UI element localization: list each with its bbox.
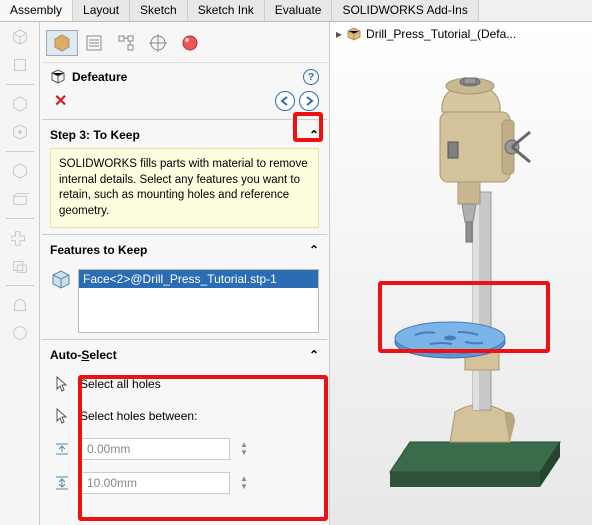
close-icon[interactable]: ✕ [54, 91, 67, 111]
tool-btn-5[interactable] [6, 160, 34, 182]
opt-label: Select all holes [80, 377, 161, 391]
panel-tab-list[interactable] [78, 30, 110, 56]
tool-btn-7[interactable] [6, 227, 34, 249]
cursor-icon [52, 374, 72, 394]
cursor-icon [52, 406, 72, 426]
cube-icon [50, 269, 72, 291]
panel-tab-feature[interactable] [46, 30, 78, 56]
defeature-icon [50, 69, 66, 85]
auto-select-header[interactable]: Auto-Select ⌃ [50, 346, 319, 368]
section-auto-select: Auto-Select ⌃ Select all holes Select ho… [42, 340, 327, 523]
list-item[interactable]: Face<2>@Drill_Press_Tutorial.stp-1 [79, 270, 318, 288]
min-row: ▲▼ [50, 432, 319, 466]
panel-header: Defeature ? [42, 63, 327, 87]
tool-btn-8[interactable] [6, 255, 34, 277]
tab-sketch-ink[interactable]: Sketch Ink [188, 0, 265, 21]
opt-label: Select holes between: [80, 409, 197, 423]
auto-select-title: Auto-Select [50, 348, 117, 362]
min-spinner[interactable]: ▲▼ [240, 441, 248, 457]
section-step: Step 3: To Keep ⌃ SOLIDWORKS fills parts… [42, 120, 327, 235]
separator [6, 285, 34, 286]
step-title: Step 3: To Keep [50, 128, 140, 142]
feature-tree-root[interactable]: ▸ Drill_Press_Tutorial_(Defa... [336, 26, 516, 42]
separator [6, 151, 34, 152]
tree-root-label: Drill_Press_Tutorial_(Defa... [366, 27, 516, 41]
tool-btn-6[interactable] [6, 188, 34, 210]
features-title: Features to Keep [50, 243, 147, 257]
tool-btn-9[interactable] [6, 294, 34, 316]
tool-btn-1[interactable] [6, 26, 34, 48]
separator [6, 218, 34, 219]
next-button[interactable] [299, 91, 319, 111]
features-header[interactable]: Features to Keep ⌃ [50, 241, 319, 263]
select-holes-between[interactable]: Select holes between: [50, 400, 319, 432]
model-drill-press [330, 42, 590, 522]
min-input[interactable] [80, 438, 230, 460]
panel-tabs [42, 24, 327, 63]
section-features: Features to Keep ⌃ Face<2>@Drill_Press_T… [42, 235, 327, 340]
dim-max-icon [52, 473, 72, 493]
select-all-holes[interactable]: Select all holes [50, 368, 319, 400]
tab-assembly[interactable]: Assembly [0, 0, 73, 21]
separator [6, 84, 34, 85]
command-tabs: Assembly Layout Sketch Sketch Ink Evalua… [0, 0, 592, 22]
step-header[interactable]: Step 3: To Keep ⌃ [50, 126, 319, 148]
tool-btn-10[interactable] [6, 322, 34, 344]
chevron-up-icon: ⌃ [309, 243, 319, 257]
tab-addins[interactable]: SOLIDWORKS Add-Ins [332, 0, 478, 21]
left-toolbar [0, 22, 40, 525]
assembly-icon [346, 26, 362, 42]
tool-btn-4[interactable] [6, 121, 34, 143]
step-description: SOLIDWORKS fills parts with material to … [50, 148, 319, 228]
panel-nav: ✕ [42, 87, 327, 120]
tab-layout[interactable]: Layout [73, 0, 130, 21]
property-manager: Defeature ? ✕ Step 3: To Keep ⌃ SOLIDWOR… [40, 22, 330, 525]
tab-sketch[interactable]: Sketch [130, 0, 188, 21]
tool-btn-3[interactable] [6, 93, 34, 115]
help-icon[interactable]: ? [303, 69, 319, 85]
tab-evaluate[interactable]: Evaluate [265, 0, 333, 21]
chevron-up-icon: ⌃ [309, 128, 319, 142]
panel-tab-appearance[interactable] [174, 30, 206, 56]
max-input[interactable] [80, 472, 230, 494]
panel-tab-tree[interactable] [110, 30, 142, 56]
max-row: ▲▼ [50, 466, 319, 500]
dim-min-icon [52, 439, 72, 459]
expand-icon[interactable]: ▸ [336, 27, 342, 41]
panel-title: Defeature [72, 70, 303, 84]
features-listbox[interactable]: Face<2>@Drill_Press_Tutorial.stp-1 [78, 269, 319, 333]
max-spinner[interactable]: ▲▼ [240, 475, 248, 491]
tool-btn-2[interactable] [6, 54, 34, 76]
prev-button[interactable] [275, 91, 295, 111]
panel-tab-target[interactable] [142, 30, 174, 56]
chevron-up-icon: ⌃ [309, 348, 319, 362]
graphics-view[interactable]: ▸ Drill_Press_Tutorial_(Defa... [330, 22, 592, 525]
